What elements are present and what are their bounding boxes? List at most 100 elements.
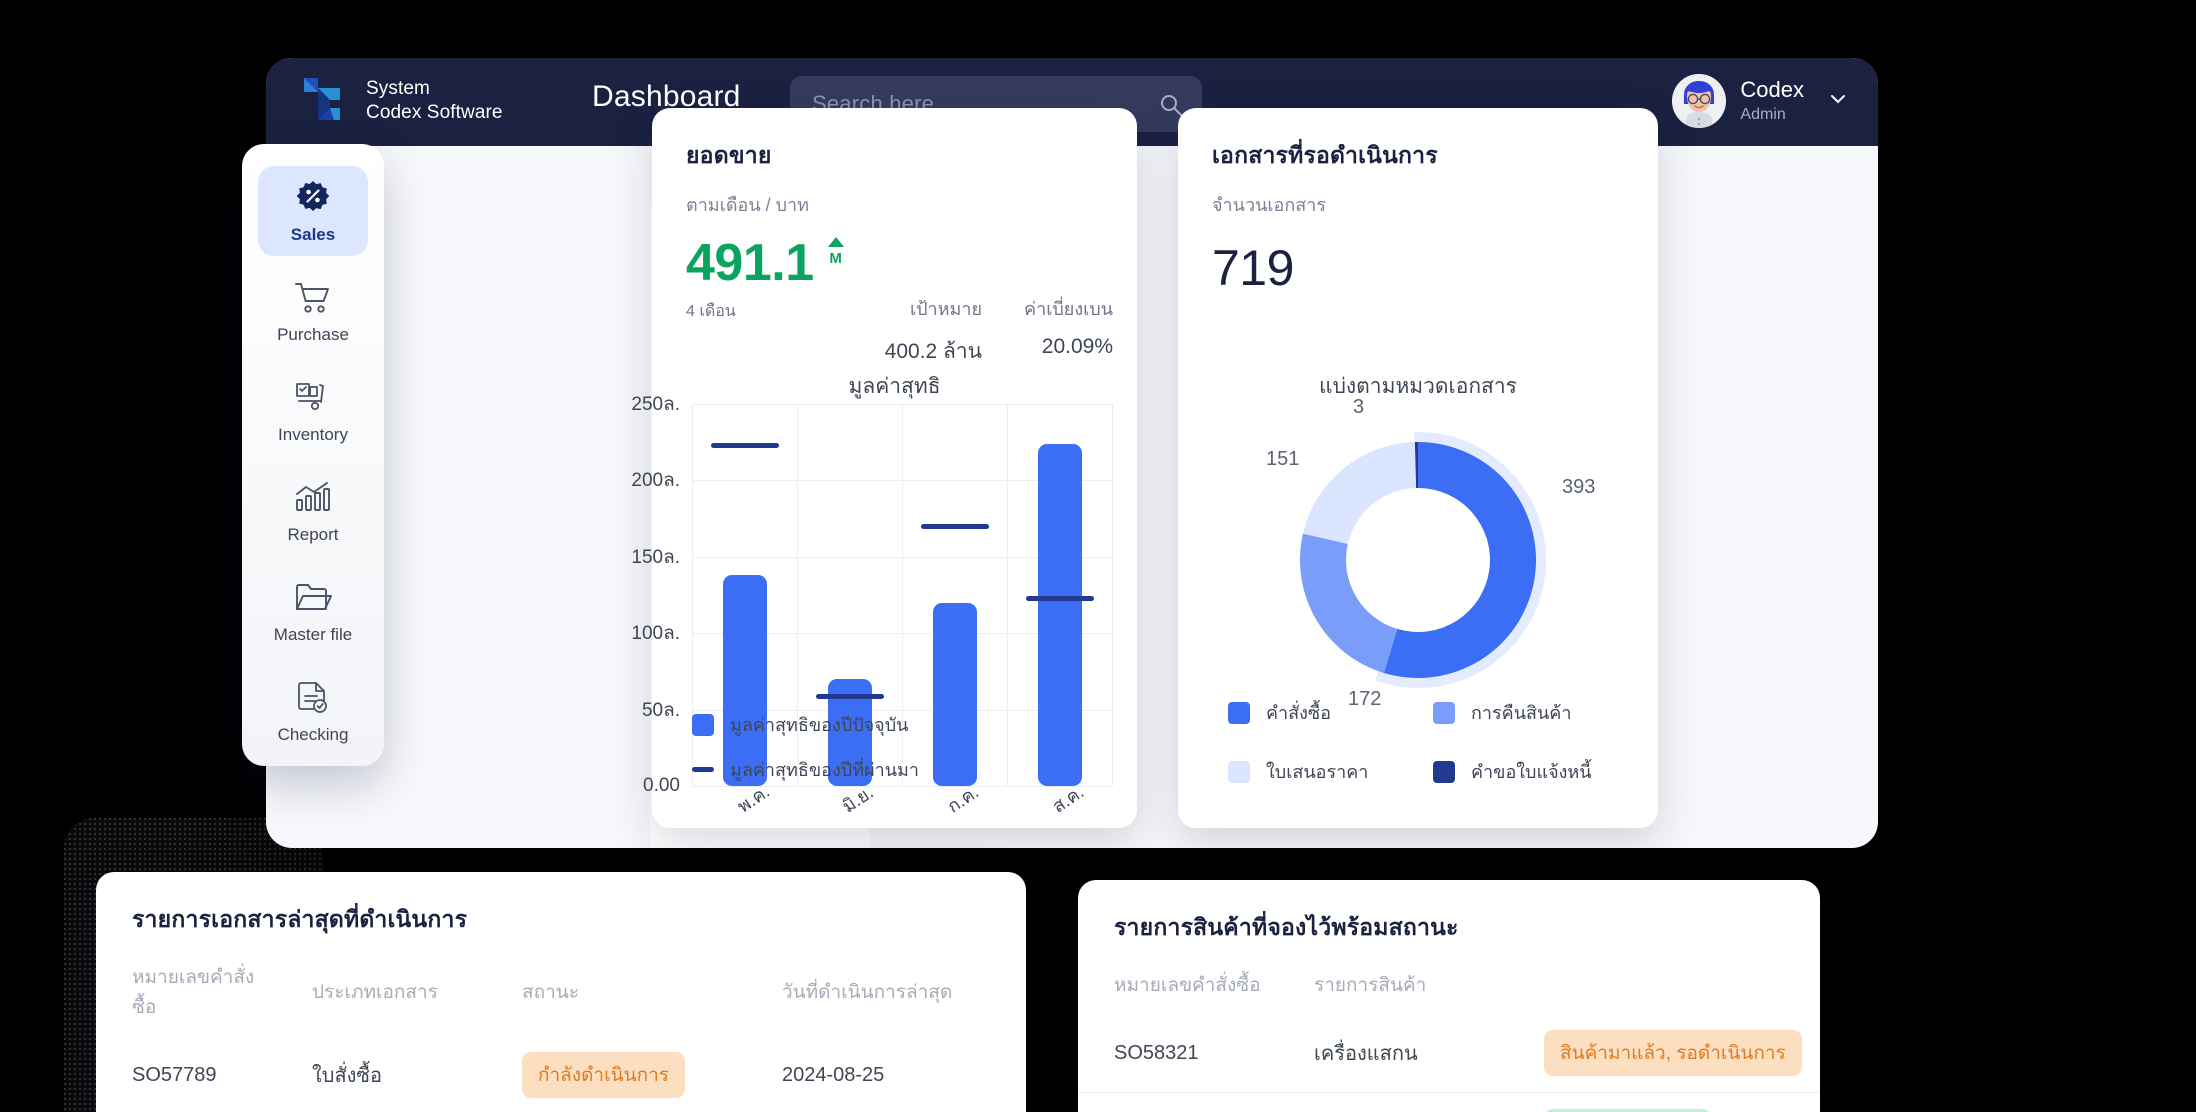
cell-status: สินค้ากำลังมาส่ง	[1508, 1092, 1820, 1112]
prev-year-marker-3	[920, 524, 989, 530]
sidebar-item-label: Purchase	[277, 325, 349, 344]
kpi-deviation: ค่าเบี่ยงเบน 20.09%	[1024, 294, 1113, 368]
donut-chart-title: แบ่งตามหมวดเอกสาร	[1319, 375, 1517, 398]
brand-logo-group[interactable]: System Codex Software	[294, 74, 503, 128]
table-row[interactable]: SO57789 ใบสั่งซื้อ กำลังดำเนินการ 2024-0…	[96, 1036, 1026, 1112]
status-badge: กำลังดำเนินการ	[522, 1052, 685, 1098]
column-item-name: รายการสินค้า	[1314, 975, 1427, 996]
legend-swatch-icon	[692, 713, 714, 736]
column-last-action-date: วันที่ดำเนินการล่าสุด	[782, 982, 953, 1003]
reserved-items-table-card: รายการสินค้าที่จองไว้พร้อมสถานะ หมายเลขค…	[1078, 880, 1820, 1112]
table-row[interactable]: SO58315 โปรเจ็กเตอร์ สินค้ากำลังมาส่ง	[1078, 1092, 1820, 1112]
legend-item-previous-year: มูลค่าสุทธิของปีที่ผ่านมา	[692, 755, 919, 784]
table-header-row: หมายเลขคำสั่งซื้อ ประเภทเอกสาร สถานะ วัน…	[96, 948, 1026, 1036]
sidebar-item-label: Checking	[277, 725, 349, 744]
kpi-target-value: 400.2 ล้าน	[884, 340, 983, 363]
legend-swatch-icon	[1228, 760, 1250, 783]
kpi-deviation-label: ค่าเบี่ยงเบน	[1024, 299, 1113, 319]
sidebar-item-label: Inventory	[278, 425, 348, 444]
cell-date: 2024-08-25	[782, 1063, 885, 1086]
table-row[interactable]: SO58321 เครื่องแสกน สินค้ามาแล้ว, รอดำเน…	[1078, 1014, 1820, 1093]
sales-kpi-row: เป้าหมาย 400.2 ล้าน ค่าเบี่ยงเบน 20.09%	[885, 294, 1113, 368]
sidebar-item-master-file[interactable]: Master file	[258, 566, 368, 656]
cell-document-type: ใบสั่งซื้อ	[312, 1065, 383, 1087]
y-axis-tick-label: 0.00	[643, 775, 680, 796]
cell-item-name: โปรเจ็กเตอร์	[1278, 1092, 1508, 1112]
y-axis-tick-label: 100ล.	[631, 623, 680, 645]
column-status: สถานะ	[522, 982, 579, 1003]
triangle-up-icon	[827, 237, 844, 247]
brand-line-2: Codex Software	[366, 102, 503, 123]
column-order-number: หมายเลขคำสั่งซื้อ	[1114, 975, 1261, 996]
shopping-cart-icon	[294, 277, 332, 319]
sidebar-item-report[interactable]: Report	[258, 466, 368, 556]
user-profile-menu[interactable]: Codex Admin	[1672, 74, 1848, 128]
bar-3[interactable]	[932, 602, 977, 786]
grid-line-vertical	[1112, 404, 1113, 786]
cell-status: กำลังดำเนินการ	[486, 1036, 746, 1112]
prev-year-marker-4	[1025, 596, 1094, 602]
legend-item-returns: การคืนสินค้า	[1433, 698, 1628, 727]
donut-label-invoice-request: 3	[1353, 396, 1365, 418]
cell-status: สินค้ามาแล้ว, รอดำเนินการ	[1508, 1014, 1820, 1093]
legend-label: การคืนสินค้า	[1471, 703, 1572, 723]
legend-item-quotation: ใบเสนอราคา	[1228, 757, 1423, 786]
y-axis-tick-label: 50ล.	[641, 699, 680, 721]
legend-item-purchase-order: คำสั่งซื้อ	[1228, 698, 1423, 727]
bar-chart-title: มูลค่าสุทธิ	[848, 375, 941, 398]
donut-chart-legend: คำสั่งซื้อ การคืนสินค้า ใบเสนอราคา คำขอใ…	[1228, 698, 1628, 802]
docs-count-value: 719	[1212, 240, 1294, 296]
sales-delta-unit: M	[829, 250, 842, 267]
donut-slice-2[interactable]	[1300, 533, 1398, 673]
donut-label-quotation: 151	[1266, 448, 1300, 470]
sales-card: ยอดขาย ตามเดือน / บาท 491.1 M 4 เดือน เป…	[631, 108, 1137, 828]
legend-item-invoice-request: คำขอใบแจ้งหนี้	[1433, 757, 1628, 786]
grid-line-vertical	[1007, 404, 1008, 786]
sales-delta: M	[827, 237, 844, 267]
legend-label: คำสั่งซื้อ	[1266, 703, 1331, 723]
sidebar-item-label: Sales	[290, 225, 336, 244]
donut-slice-3[interactable]	[1302, 442, 1417, 544]
kpi-target: เป้าหมาย 400.2 ล้าน	[885, 294, 982, 368]
legend-label: ใบเสนอราคา	[1266, 762, 1369, 782]
sales-value: 491.1	[686, 234, 814, 292]
donut-chart	[1268, 408, 1568, 708]
y-axis-tick-label: 150ล.	[631, 546, 680, 568]
prev-year-marker-2	[815, 693, 884, 699]
reserved-items-title: รายการสินค้าที่จองไว้พร้อมสถานะ	[1114, 914, 1459, 940]
table-header-row: หมายเลขคำสั่งซื้อ รายการสินค้า	[1078, 956, 1820, 1014]
reserved-items-table: หมายเลขคำสั่งซื้อ รายการสินค้า SO58321 เ…	[1078, 956, 1820, 1112]
column-status	[1508, 956, 1820, 1014]
sidebar-item-checking[interactable]: Checking	[258, 666, 368, 756]
column-document-type: ประเภทเอกสาร	[312, 982, 438, 1003]
cell-order-number: SO58315	[1078, 1092, 1278, 1112]
sidebar-item-purchase[interactable]: Purchase	[258, 266, 368, 356]
kpi-target-label: เป้าหมาย	[909, 299, 983, 319]
sales-card-subtitle: ตามเดือน / บาท	[686, 195, 810, 215]
brand-text: System Codex Software	[366, 77, 503, 126]
chevron-down-icon[interactable]	[1828, 89, 1848, 114]
screenshot-root: System Codex Software Dashboard Search h…	[0, 0, 2196, 1112]
legend-label: มูลค่าสุทธิของปีที่ผ่านมา	[730, 760, 920, 780]
docs-card-title: เอกสารที่รอดำเนินการ	[1212, 142, 1438, 168]
bar-chart-icon	[294, 477, 332, 519]
discount-badge-icon	[295, 177, 331, 219]
document-check-icon	[296, 677, 330, 719]
status-badge: สินค้ามาแล้ว, รอดำเนินการ	[1544, 1030, 1802, 1076]
y-axis-tick-label: 200ล.	[631, 470, 680, 492]
prev-year-marker-1	[710, 443, 779, 449]
legend-item-current-year: มูลค่าสุทธิของปีปัจจุบัน	[692, 710, 919, 739]
user-role: Admin	[1740, 105, 1786, 123]
sidebar-item-sales[interactable]: Sales	[258, 166, 368, 256]
avatar	[1672, 74, 1727, 128]
recent-documents-table-card: รายการเอกสารล่าสุดที่ดำเนินการ หมายเลขคำ…	[96, 872, 1026, 1112]
sidebar-item-label: Report	[287, 525, 339, 544]
cell-order-number: SO57789	[132, 1063, 217, 1086]
sidebar-item-inventory[interactable]: Inventory	[258, 366, 368, 456]
left-icon-rail: Sales Purchase Inventory Report Master f…	[242, 144, 384, 766]
legend-label: มูลค่าสุทธิของปีปัจจุบัน	[730, 715, 909, 735]
legend-line-icon	[692, 767, 714, 772]
column-order-number: หมายเลขคำสั่งซื้อ	[132, 967, 255, 1018]
user-name: Codex	[1740, 77, 1804, 103]
bar-4[interactable]	[1037, 443, 1082, 786]
